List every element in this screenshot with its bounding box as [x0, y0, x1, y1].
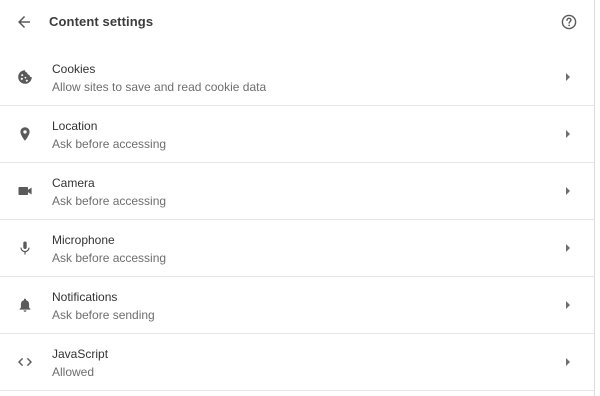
settings-row-microphone[interactable]: Microphone Ask before accessing [0, 220, 594, 277]
chevron-right-icon [561, 70, 575, 84]
code-icon [15, 352, 35, 372]
content-settings-list: Cookies Allow sites to save and read coo… [0, 49, 594, 391]
settings-row-label: Microphone [52, 233, 115, 247]
settings-row-description: Ask before sending [52, 308, 155, 322]
scroll-edge-divider [594, 0, 595, 396]
settings-row-description: Allowed [52, 365, 95, 379]
settings-row-notifications[interactable]: Notifications Ask before sending [0, 277, 594, 334]
arrow-back-icon [18, 16, 30, 28]
bell-icon [15, 295, 35, 315]
back-button[interactable] [12, 10, 36, 34]
settings-row-description: Ask before accessing [52, 194, 167, 208]
settings-row-label: Camera [52, 176, 95, 190]
settings-row-label: Location [52, 119, 98, 133]
camera-icon [15, 181, 35, 201]
settings-row-label: Cookies [52, 62, 96, 76]
chevron-right-icon [561, 241, 575, 255]
microphone-icon [15, 238, 35, 258]
settings-row-description: Allow sites to save and read cookie data [52, 80, 267, 94]
help-icon [561, 14, 577, 30]
settings-row-location[interactable]: Location Ask before accessing [0, 106, 594, 163]
settings-row-camera[interactable]: Camera Ask before accessing [0, 163, 594, 220]
location-pin-icon [15, 124, 35, 144]
settings-row-javascript[interactable]: JavaScript Allowed [0, 334, 594, 391]
chevron-right-icon [561, 127, 575, 141]
chevron-right-icon [561, 298, 575, 312]
settings-row-label: Notifications [52, 290, 118, 304]
chevron-right-icon [561, 184, 575, 198]
chevron-right-icon [561, 355, 575, 369]
cookie-icon [15, 67, 35, 87]
settings-row-description: Ask before accessing [52, 137, 167, 151]
page-header: Content settings [0, 0, 600, 44]
help-button[interactable] [557, 10, 581, 34]
settings-row-cookies[interactable]: Cookies Allow sites to save and read coo… [0, 49, 594, 106]
page-title: Content settings [49, 14, 154, 29]
settings-row-description: Ask before accessing [52, 251, 167, 265]
settings-row-label: JavaScript [52, 347, 109, 361]
content-settings-page: Content settings Cookies Allow sites to … [0, 0, 600, 396]
